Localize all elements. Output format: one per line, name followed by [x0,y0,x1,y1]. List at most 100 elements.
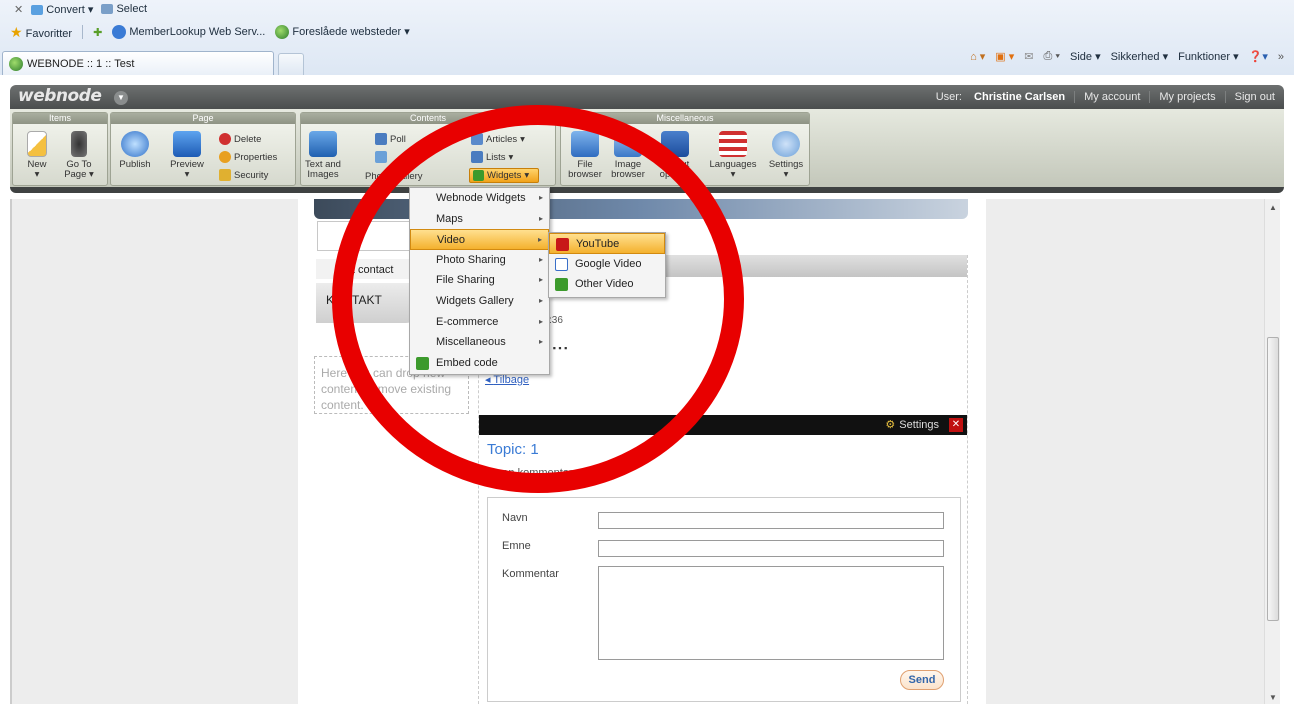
widgets-menu-item[interactable]: Widgets Gallery ▸ [410,291,549,312]
publish-button[interactable]: Publish [115,131,155,170]
lists-button[interactable]: Lists ▾ [471,151,513,163]
settings-bar: ⚙ Settings ✕ [479,415,967,435]
gear-icon: ⚙ [885,419,896,431]
publish-icon [121,131,149,157]
feather-icon [71,131,87,157]
widgets-menu-item[interactable]: Webnode Widgets ▸ [410,188,549,209]
puzzle-icon [473,170,484,181]
comment-label: Kommentar [502,568,559,580]
new-button[interactable]: New ▾ [19,131,55,180]
menu-item-label: File Sharing [436,274,495,287]
select-button[interactable]: Select [101,3,147,15]
user-menu: User: Christine Carlsen My account My pr… [918,85,1284,109]
properties-button[interactable]: Properties [219,151,277,163]
widgets-button[interactable]: Widgets ▾ [469,168,539,183]
puzzle-icon [416,356,429,370]
widgets-menu-item[interactable]: Video ▸ [410,229,549,250]
file-browser-button[interactable]: File browser [565,131,605,180]
comment-button[interactable] [375,151,387,163]
favorites-button[interactable]: ★ Favoritter [10,25,72,40]
languages-button[interactable]: Languages ▾ [705,131,761,180]
widgets-menu-item[interactable]: Embed code [410,353,549,374]
name-field[interactable] [598,512,944,529]
help-icon[interactable]: ❓▾ [1249,50,1268,63]
page-menu[interactable]: Side ▾ [1070,50,1101,63]
wrench-icon [772,131,800,157]
close-icon[interactable]: ✕ [949,418,963,432]
favorite-link-memberlookup[interactable]: MemberLookup Web Serv... [112,25,265,39]
webnode-logo[interactable]: webnode [18,86,102,106]
tools-menu[interactable]: Funktioner ▾ [1178,50,1239,63]
poll-button[interactable]: Poll [375,133,406,145]
settings-button[interactable]: Settings ▾ [765,131,807,180]
video-submenu: YouTube Google Video Other Video [548,232,666,298]
widgets-menu-item[interactable]: E-commerce ▸ [410,312,549,333]
goto-page-button[interactable]: Go To Page ▾ [59,131,99,180]
lock-icon [219,169,231,181]
puzzle-icon [555,278,568,292]
security-button[interactable]: Security [219,169,268,181]
scroll-up-icon[interactable]: ▲ [1269,203,1277,212]
delete-button[interactable]: Delete [219,133,261,145]
home-icon[interactable]: ⌂ ▾ [970,50,985,63]
video-menu-item[interactable]: Other Video [549,274,665,295]
widgets-menu-item[interactable]: Photo Sharing ▸ [410,250,549,271]
vertical-scrollbar[interactable]: ▲ ▼ [1264,199,1280,704]
subject-field[interactable] [598,540,944,557]
menu-item-label: Webnode Widgets [436,192,526,204]
menu-item-label: E-commerce [436,315,499,328]
chevron-right-icon: ▸ [538,254,543,264]
menu-item-label: Other Video [575,278,634,291]
new-tab-button[interactable] [278,53,304,75]
scroll-thumb[interactable] [1267,337,1279,621]
flag-icon [719,131,747,157]
safety-menu[interactable]: Sikkerhed ▾ [1111,50,1169,63]
mail-icon[interactable]: ✉ [1024,50,1033,63]
widgets-menu: Webnode Widgets ▸ Maps ▸ Video ▸ Photo Sharing… [409,187,550,375]
send-button[interactable]: Send [900,670,944,690]
close-icon[interactable]: ✕ [14,3,23,16]
comment-icon [375,151,387,163]
widgets-menu-item[interactable]: Maps ▸ [410,209,549,230]
settings-button[interactable]: ⚙ Settings [885,418,939,432]
add-favorites-icon[interactable]: ✚ [93,26,102,39]
menu-item-label: Google Video [575,257,642,270]
name-label: Navn [502,512,528,524]
webnode-header: webnode ▼ User: Christine Carlsen My acc… [10,85,1284,109]
feeds-icon[interactable]: ▣ ▾ [995,50,1014,63]
menu-item-label: Photo Sharing [436,253,506,266]
subject-label: Emne [502,540,531,552]
group-title: Miscellaneous [561,113,809,124]
command-bar: ⌂ ▾ ▣ ▾ ✉ ⎙ ▾ Side ▾ Sikkerhed ▾ Funktio… [970,50,1284,63]
preview-button[interactable]: Preview ▾ [165,131,209,180]
sign-out-link[interactable]: Sign out [1224,91,1284,103]
layout-icon [661,131,689,157]
photo-gallery-button[interactable]: Photo Gallery [365,171,423,182]
widgets-menu-item[interactable]: Miscellaneous ▸ [410,332,549,353]
ie-page-icon [112,25,127,39]
print-icon[interactable]: ⎙ ▾ [1044,50,1060,63]
my-account-link[interactable]: My account [1074,91,1149,103]
scroll-down-icon[interactable]: ▼ [1269,693,1277,702]
widgets-menu-item[interactable]: File Sharing ▸ [410,270,549,291]
favorite-link-suggested[interactable]: Foreslåede websteder ▾ [275,25,410,40]
convert-button[interactable]: Convert ▾ [31,3,93,16]
comment-field[interactable] [598,566,944,660]
group-title: Page [111,113,295,124]
nav-item-kontakt[interactable]: KONTAKT [316,283,418,323]
layout-options-button[interactable]: Layout options [653,131,697,180]
post-time: :36 [549,315,563,326]
my-projects-link[interactable]: My projects [1149,91,1224,103]
image-browser-button[interactable]: Image browser [607,131,649,180]
video-menu-item[interactable]: YouTube [549,233,665,254]
browser-tab[interactable]: WEBNODE :: 1 :: Test [2,51,274,75]
articles-icon [471,133,483,145]
share-icons[interactable]: ▪ ▪ ▪ ▪ [547,343,567,353]
toolbar-row-1: ✕ Convert ▾ Select [0,0,1294,18]
text-images-button[interactable]: Text and Images [303,131,343,180]
articles-button[interactable]: Articles ▾ [471,133,525,145]
chevron-down-icon[interactable]: ▼ [114,91,128,105]
video-menu-item[interactable]: Google Video [549,254,665,275]
chevron-right-icon[interactable]: » [1278,51,1284,63]
webnode-ribbon: Items New ▾ Go To Page ▾ Page Publish Pre… [10,109,1284,193]
